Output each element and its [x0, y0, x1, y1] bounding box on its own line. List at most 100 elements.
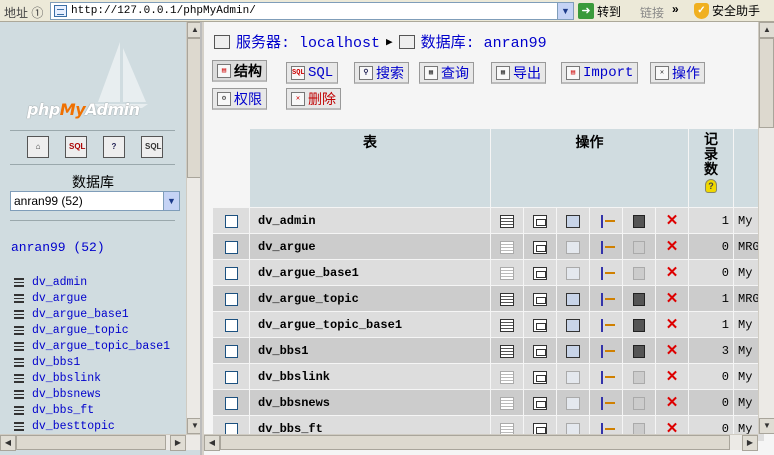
sidebar-table-label[interactable]: dv_admin: [32, 276, 87, 289]
sidebar-table-item[interactable]: dv_bbslink: [14, 370, 170, 386]
drop-x-icon[interactable]: ✕: [666, 342, 679, 359]
empty-action[interactable]: [623, 208, 655, 233]
empty-action[interactable]: [623, 312, 655, 337]
drop-action[interactable]: ✕: [656, 364, 688, 389]
table-icon[interactable]: [14, 373, 24, 383]
breadcrumb-database[interactable]: 数据库: anran99: [421, 31, 547, 52]
empty-trash-icon[interactable]: [633, 396, 645, 410]
empty-action[interactable]: [623, 286, 655, 311]
table-icon[interactable]: [14, 357, 24, 367]
database-heading-link[interactable]: anran99 (52): [11, 240, 105, 255]
insert-icon[interactable]: [601, 292, 615, 306]
drop-action[interactable]: ✕: [656, 312, 688, 337]
scroll-down-icon[interactable]: ▼: [759, 418, 774, 434]
empty-action[interactable]: [623, 234, 655, 259]
main-vertical-scrollbar[interactable]: ▲ ▼: [758, 22, 774, 434]
chevron-down-icon[interactable]: ▼: [163, 192, 179, 210]
insert-action[interactable]: [590, 364, 622, 389]
browse-icon[interactable]: [500, 240, 514, 254]
browse-action[interactable]: [491, 390, 523, 415]
sidebar-table-item[interactable]: dv_besttopic: [14, 418, 170, 434]
drop-x-icon[interactable]: ✕: [666, 394, 679, 411]
browse-icon[interactable]: [500, 292, 514, 306]
search-icon[interactable]: [566, 292, 580, 306]
empty-action[interactable]: [623, 338, 655, 363]
drop-x-icon[interactable]: ✕: [666, 238, 679, 255]
sidebar-table-item[interactable]: dv_argue: [14, 290, 170, 306]
browse-action[interactable]: [491, 312, 523, 337]
sidebar-table-label[interactable]: dv_argue_base1: [32, 308, 129, 321]
browse-icon[interactable]: [500, 266, 514, 280]
browse-action[interactable]: [491, 260, 523, 285]
scroll-thumb[interactable]: [187, 38, 200, 178]
sidebar-horizontal-scrollbar[interactable]: ◀ ▶: [0, 434, 200, 451]
go-button[interactable]: ➜ 转到: [578, 2, 632, 20]
table-icon[interactable]: [14, 405, 24, 415]
empty-action[interactable]: [623, 364, 655, 389]
table-icon[interactable]: [14, 421, 24, 431]
structure-icon[interactable]: [533, 266, 547, 280]
sidebar-table-label[interactable]: dv_argue_topic: [32, 324, 129, 337]
drop-x-icon[interactable]: ✕: [666, 212, 679, 229]
browse-action[interactable]: [491, 338, 523, 363]
empty-trash-icon[interactable]: [633, 318, 645, 332]
structure-action[interactable]: [524, 390, 556, 415]
structure-icon[interactable]: [533, 214, 547, 228]
search-icon[interactable]: [566, 318, 580, 332]
drop-action[interactable]: ✕: [656, 234, 688, 259]
tab-operations[interactable]: ✕ 操作: [650, 62, 705, 84]
address-input[interactable]: http://127.0.0.1/phpMyAdmin/ ▼: [50, 2, 574, 20]
help-icon[interactable]: ?: [103, 136, 125, 158]
empty-trash-icon[interactable]: [633, 292, 645, 306]
structure-action[interactable]: [524, 286, 556, 311]
scroll-left-icon[interactable]: ◀: [0, 435, 16, 451]
drop-x-icon[interactable]: ✕: [666, 264, 679, 281]
browse-icon[interactable]: [500, 370, 514, 384]
scroll-left-icon[interactable]: ◀: [204, 435, 220, 451]
sidebar-table-label[interactable]: dv_besttopic: [32, 420, 115, 433]
browse-icon[interactable]: [500, 396, 514, 410]
insert-icon[interactable]: [601, 318, 615, 332]
structure-icon[interactable]: [533, 292, 547, 306]
tab-privileges[interactable]: ⚙ 权限: [212, 88, 267, 110]
insert-icon[interactable]: [601, 396, 615, 410]
row-checkbox[interactable]: [224, 370, 238, 384]
search-icon[interactable]: [566, 344, 580, 358]
sql-docs-icon[interactable]: SQL: [141, 136, 163, 158]
table-icon[interactable]: [14, 277, 24, 287]
sidebar-table-item[interactable]: dv_admin: [14, 274, 170, 290]
structure-icon[interactable]: [533, 240, 547, 254]
insert-icon[interactable]: [601, 240, 615, 254]
sidebar-table-label[interactable]: dv_argue: [32, 292, 87, 305]
tab-sql[interactable]: SQL SQL: [286, 62, 339, 84]
structure-icon[interactable]: [533, 370, 547, 384]
table-icon[interactable]: [14, 325, 24, 335]
main-horizontal-scrollbar[interactable]: ◀ ▶: [204, 434, 758, 451]
tab-structure[interactable]: ▤ 结构: [212, 60, 267, 82]
links-label[interactable]: 链接: [640, 4, 664, 21]
drop-action[interactable]: ✕: [656, 286, 688, 311]
scroll-thumb[interactable]: [220, 435, 730, 450]
row-checkbox[interactable]: [224, 240, 238, 254]
insert-action[interactable]: [590, 338, 622, 363]
row-checkbox[interactable]: [224, 396, 238, 410]
insert-action[interactable]: [590, 312, 622, 337]
search-action[interactable]: [557, 390, 589, 415]
browse-icon[interactable]: [500, 318, 514, 332]
structure-icon[interactable]: [533, 396, 547, 410]
search-icon[interactable]: [566, 396, 580, 410]
insert-icon[interactable]: [601, 344, 615, 358]
sidebar-vertical-scrollbar[interactable]: ▲ ▼: [186, 22, 200, 434]
search-action[interactable]: [557, 338, 589, 363]
search-action[interactable]: [557, 208, 589, 233]
home-icon[interactable]: ⌂: [27, 136, 49, 158]
sql-icon[interactable]: SQL: [65, 136, 87, 158]
structure-icon[interactable]: [533, 318, 547, 332]
scroll-up-icon[interactable]: ▲: [759, 22, 774, 38]
structure-action[interactable]: [524, 208, 556, 233]
tab-export[interactable]: ▦ 导出: [491, 62, 546, 84]
empty-trash-icon[interactable]: [633, 266, 645, 280]
browse-icon[interactable]: [500, 344, 514, 358]
insert-icon[interactable]: [601, 370, 615, 384]
empty-action[interactable]: [623, 390, 655, 415]
